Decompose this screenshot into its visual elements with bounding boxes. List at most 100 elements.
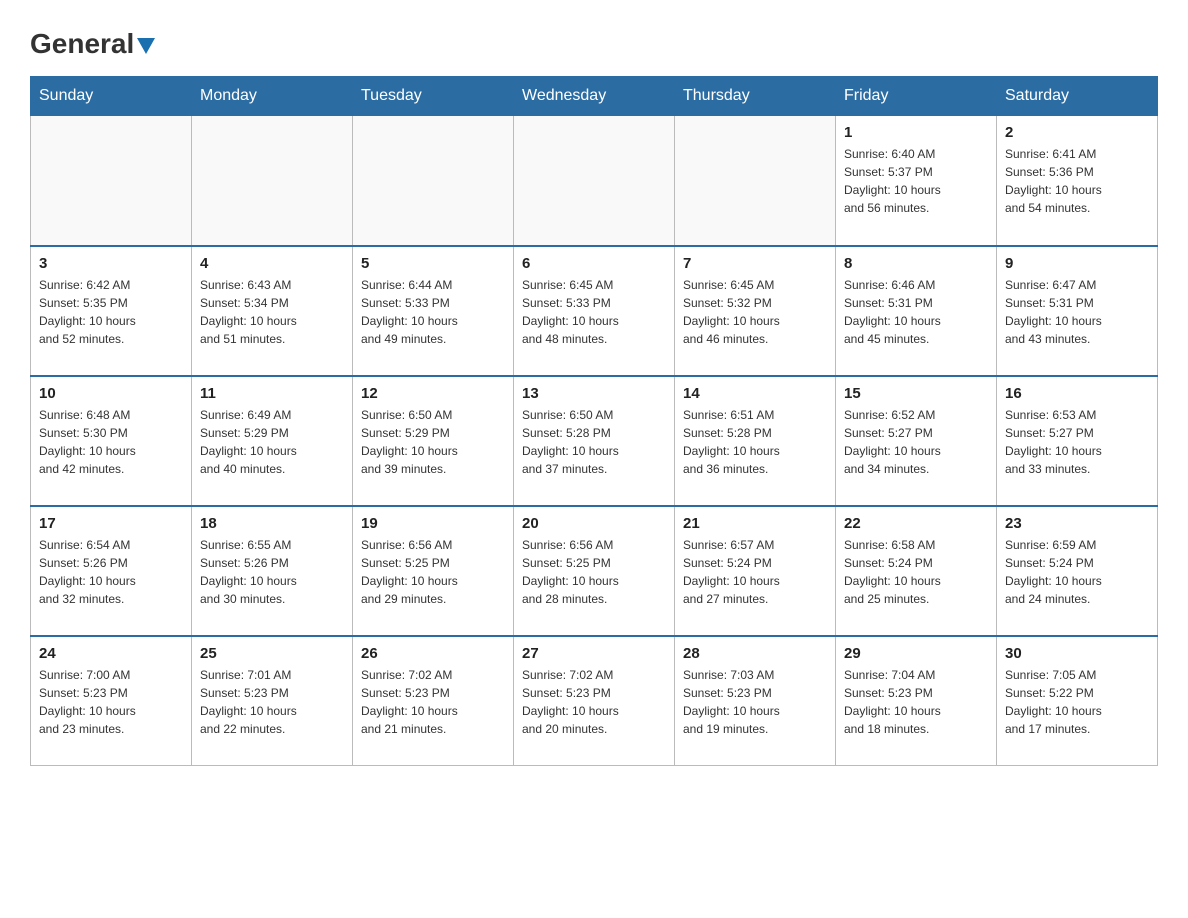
day-number: 11 — [200, 385, 344, 402]
calendar-cell — [31, 116, 192, 246]
day-sun-info: Sunrise: 6:45 AMSunset: 5:32 PMDaylight:… — [683, 276, 827, 348]
calendar-cell: 16 Sunrise: 6:53 AMSunset: 5:27 PMDayligh… — [997, 376, 1158, 506]
calendar-cell: 17 Sunrise: 6:54 AMSunset: 5:26 PMDayligh… — [31, 506, 192, 636]
calendar-cell: 11 Sunrise: 6:49 AMSunset: 5:29 PMDayligh… — [192, 376, 353, 506]
calendar-cell: 3Sunrise: 6:42 AMSunset: 5:35 PMDaylight… — [31, 246, 192, 376]
day-sun-info: Sunrise: 6:57 AMSunset: 5:24 PMDaylight:… — [683, 536, 827, 608]
day-sun-info: Sunrise: 7:02 AMSunset: 5:23 PMDaylight:… — [522, 666, 666, 738]
calendar-cell: 15 Sunrise: 6:52 AMSunset: 5:27 PMDayligh… — [836, 376, 997, 506]
calendar-cell: 23 Sunrise: 6:59 AMSunset: 5:24 PMDayligh… — [997, 506, 1158, 636]
calendar-table: SundayMondayTuesdayWednesdayThursdayFrid… — [30, 76, 1158, 766]
calendar-cell: 27 Sunrise: 7:02 AMSunset: 5:23 PMDayligh… — [514, 636, 675, 766]
calendar-week-row: 10 Sunrise: 6:48 AMSunset: 5:30 PMDayligh… — [31, 376, 1158, 506]
logo-general: General — [30, 30, 134, 58]
calendar-cell: 24Sunrise: 7:00 AMSunset: 5:23 PMDayligh… — [31, 636, 192, 766]
calendar-cell: 6 Sunrise: 6:45 AMSunset: 5:33 PMDaylight… — [514, 246, 675, 376]
day-sun-info: Sunrise: 6:45 AMSunset: 5:33 PMDaylight:… — [522, 276, 666, 348]
calendar-cell: 21 Sunrise: 6:57 AMSunset: 5:24 PMDayligh… — [675, 506, 836, 636]
calendar-cell: 4 Sunrise: 6:43 AMSunset: 5:34 PMDaylight… — [192, 246, 353, 376]
calendar-cell: 29 Sunrise: 7:04 AMSunset: 5:23 PMDayligh… — [836, 636, 997, 766]
day-number: 1 — [844, 124, 988, 141]
day-sun-info: Sunrise: 6:51 AMSunset: 5:28 PMDaylight:… — [683, 406, 827, 478]
calendar-cell: 2 Sunrise: 6:41 AMSunset: 5:36 PMDaylight… — [997, 116, 1158, 246]
calendar-week-row: 1 Sunrise: 6:40 AMSunset: 5:37 PMDaylight… — [31, 116, 1158, 246]
calendar-week-row: 3Sunrise: 6:42 AMSunset: 5:35 PMDaylight… — [31, 246, 1158, 376]
calendar-cell: 20 Sunrise: 6:56 AMSunset: 5:25 PMDayligh… — [514, 506, 675, 636]
day-number: 12 — [361, 385, 505, 402]
calendar-cell: 22 Sunrise: 6:58 AMSunset: 5:24 PMDayligh… — [836, 506, 997, 636]
calendar-header-row: SundayMondayTuesdayWednesdayThursdayFrid… — [31, 77, 1158, 116]
calendar-cell: 30Sunrise: 7:05 AMSunset: 5:22 PMDayligh… — [997, 636, 1158, 766]
day-sun-info: Sunrise: 6:56 AMSunset: 5:25 PMDaylight:… — [361, 536, 505, 608]
day-number: 16 — [1005, 385, 1149, 402]
calendar-cell: 26Sunrise: 7:02 AMSunset: 5:23 PMDayligh… — [353, 636, 514, 766]
calendar-cell: 13Sunrise: 6:50 AMSunset: 5:28 PMDayligh… — [514, 376, 675, 506]
day-number: 4 — [200, 255, 344, 272]
day-sun-info: Sunrise: 6:56 AMSunset: 5:25 PMDaylight:… — [522, 536, 666, 608]
day-sun-info: Sunrise: 6:42 AMSunset: 5:35 PMDaylight:… — [39, 276, 183, 348]
day-sun-info: Sunrise: 6:58 AMSunset: 5:24 PMDaylight:… — [844, 536, 988, 608]
day-sun-info: Sunrise: 7:03 AMSunset: 5:23 PMDaylight:… — [683, 666, 827, 738]
calendar-cell: 1 Sunrise: 6:40 AMSunset: 5:37 PMDaylight… — [836, 116, 997, 246]
day-sun-info: Sunrise: 6:41 AMSunset: 5:36 PMDaylight:… — [1005, 145, 1149, 217]
day-number: 17 — [39, 515, 183, 532]
day-sun-info: Sunrise: 6:52 AMSunset: 5:27 PMDaylight:… — [844, 406, 988, 478]
day-number: 30 — [1005, 645, 1149, 662]
day-sun-info: Sunrise: 6:59 AMSunset: 5:24 PMDaylight:… — [1005, 536, 1149, 608]
day-number: 19 — [361, 515, 505, 532]
calendar-week-row: 17 Sunrise: 6:54 AMSunset: 5:26 PMDayligh… — [31, 506, 1158, 636]
page-header: General — [30, 20, 1158, 56]
day-number: 22 — [844, 515, 988, 532]
day-sun-info: Sunrise: 6:43 AMSunset: 5:34 PMDaylight:… — [200, 276, 344, 348]
day-sun-info: Sunrise: 6:48 AMSunset: 5:30 PMDaylight:… — [39, 406, 183, 478]
day-number: 15 — [844, 385, 988, 402]
day-number: 24 — [39, 645, 183, 662]
logo-triangle-icon — [137, 38, 155, 54]
day-number: 21 — [683, 515, 827, 532]
calendar-cell — [353, 116, 514, 246]
weekday-header-friday: Friday — [836, 77, 997, 116]
day-sun-info: Sunrise: 6:40 AMSunset: 5:37 PMDaylight:… — [844, 145, 988, 217]
day-sun-info: Sunrise: 6:55 AMSunset: 5:26 PMDaylight:… — [200, 536, 344, 608]
day-sun-info: Sunrise: 6:49 AMSunset: 5:29 PMDaylight:… — [200, 406, 344, 478]
day-sun-info: Sunrise: 6:53 AMSunset: 5:27 PMDaylight:… — [1005, 406, 1149, 478]
day-number: 2 — [1005, 124, 1149, 141]
day-sun-info: Sunrise: 6:47 AMSunset: 5:31 PMDaylight:… — [1005, 276, 1149, 348]
day-sun-info: Sunrise: 7:02 AMSunset: 5:23 PMDaylight:… — [361, 666, 505, 738]
weekday-header-thursday: Thursday — [675, 77, 836, 116]
day-sun-info: Sunrise: 6:44 AMSunset: 5:33 PMDaylight:… — [361, 276, 505, 348]
day-number: 9 — [1005, 255, 1149, 272]
day-number: 13 — [522, 385, 666, 402]
day-number: 25 — [200, 645, 344, 662]
calendar-cell — [675, 116, 836, 246]
day-number: 27 — [522, 645, 666, 662]
calendar-cell: 14 Sunrise: 6:51 AMSunset: 5:28 PMDayligh… — [675, 376, 836, 506]
calendar-cell: 18 Sunrise: 6:55 AMSunset: 5:26 PMDayligh… — [192, 506, 353, 636]
weekday-header-wednesday: Wednesday — [514, 77, 675, 116]
day-number: 5 — [361, 255, 505, 272]
day-sun-info: Sunrise: 6:54 AMSunset: 5:26 PMDaylight:… — [39, 536, 183, 608]
day-number: 18 — [200, 515, 344, 532]
day-sun-info: Sunrise: 6:50 AMSunset: 5:29 PMDaylight:… — [361, 406, 505, 478]
calendar-cell: 7 Sunrise: 6:45 AMSunset: 5:32 PMDaylight… — [675, 246, 836, 376]
day-number: 14 — [683, 385, 827, 402]
calendar-cell: 10 Sunrise: 6:48 AMSunset: 5:30 PMDayligh… — [31, 376, 192, 506]
calendar-week-row: 24Sunrise: 7:00 AMSunset: 5:23 PMDayligh… — [31, 636, 1158, 766]
day-sun-info: Sunrise: 6:46 AMSunset: 5:31 PMDaylight:… — [844, 276, 988, 348]
weekday-header-tuesday: Tuesday — [353, 77, 514, 116]
day-number: 20 — [522, 515, 666, 532]
weekday-header-sunday: Sunday — [31, 77, 192, 116]
day-sun-info: Sunrise: 7:04 AMSunset: 5:23 PMDaylight:… — [844, 666, 988, 738]
day-number: 10 — [39, 385, 183, 402]
day-number: 7 — [683, 255, 827, 272]
day-number: 28 — [683, 645, 827, 662]
logo: General — [30, 30, 155, 56]
calendar-cell: 28 Sunrise: 7:03 AMSunset: 5:23 PMDayligh… — [675, 636, 836, 766]
calendar-cell: 12 Sunrise: 6:50 AMSunset: 5:29 PMDayligh… — [353, 376, 514, 506]
day-sun-info: Sunrise: 7:01 AMSunset: 5:23 PMDaylight:… — [200, 666, 344, 738]
day-number: 6 — [522, 255, 666, 272]
day-number: 29 — [844, 645, 988, 662]
calendar-cell: 8Sunrise: 6:46 AMSunset: 5:31 PMDaylight… — [836, 246, 997, 376]
calendar-cell: 5 Sunrise: 6:44 AMSunset: 5:33 PMDaylight… — [353, 246, 514, 376]
day-number: 23 — [1005, 515, 1149, 532]
